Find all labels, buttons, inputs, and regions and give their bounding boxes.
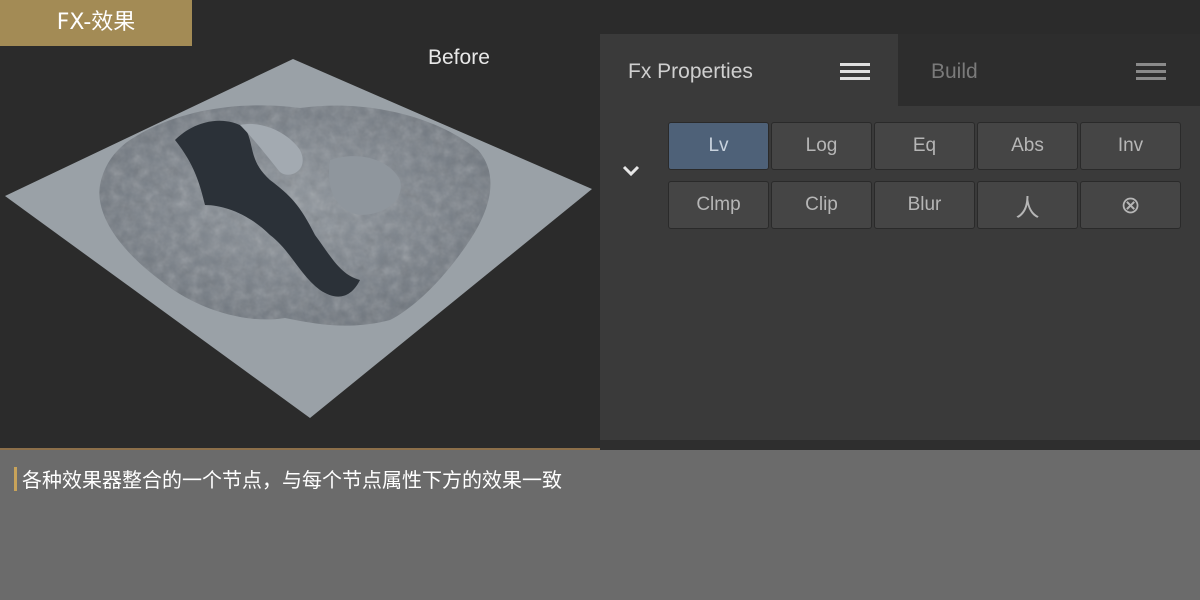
- fx-log-button[interactable]: Log: [771, 122, 872, 170]
- caption-marker: [14, 467, 17, 491]
- section-title-tag: FX-效果: [0, 0, 192, 46]
- build-menu-icon[interactable]: [1136, 63, 1166, 81]
- caption-area: 各种效果器整合的一个节点，与每个节点属性下方的效果一致: [0, 450, 1200, 600]
- circle-x-icon: ⊗: [1120, 191, 1141, 219]
- tab-build[interactable]: Build: [898, 34, 1200, 106]
- panel-footer-strip: [600, 440, 1200, 450]
- fx-eq-button[interactable]: Eq: [874, 122, 975, 170]
- tab-fx-properties[interactable]: Fx Properties: [600, 34, 898, 106]
- tab-fx-properties-label: Fx Properties: [628, 60, 753, 83]
- peak-icon: 人: [1015, 193, 1040, 222]
- fx-abs-button[interactable]: Abs: [977, 122, 1078, 170]
- fx-button-row-1: Lv Log Eq Abs Inv: [668, 122, 1182, 170]
- tab-build-label: Build: [931, 60, 978, 83]
- fx-inv-button[interactable]: Inv: [1080, 122, 1181, 170]
- fx-properties-menu-icon[interactable]: [840, 63, 870, 81]
- top-area: FX-效果 Before Fx Properties Build Lv Log …: [0, 0, 1200, 450]
- fx-button-row-2: Clmp Clip Blur 人 ⊗: [668, 181, 1182, 229]
- terrain-viewport[interactable]: [0, 50, 600, 440]
- caption-text: 各种效果器整合的一个节点，与每个节点属性下方的效果一致: [22, 468, 562, 492]
- fx-button-grid: Lv Log Eq Abs Inv Clmp Clip Blur 人 ⊗: [668, 122, 1182, 240]
- panel-tab-bar: Fx Properties Build: [600, 34, 1200, 106]
- fx-blur-button[interactable]: Blur: [874, 181, 975, 229]
- fx-lv-button[interactable]: Lv: [668, 122, 769, 170]
- fx-properties-panel: Fx Properties Build Lv Log Eq Abs Inv Cl…: [600, 34, 1200, 440]
- fx-clmp-button[interactable]: Clmp: [668, 181, 769, 229]
- fx-peak-button[interactable]: 人: [977, 181, 1078, 229]
- fx-clip-button[interactable]: Clip: [771, 181, 872, 229]
- chevron-down-icon[interactable]: [620, 164, 642, 178]
- fx-clear-button[interactable]: ⊗: [1080, 181, 1181, 229]
